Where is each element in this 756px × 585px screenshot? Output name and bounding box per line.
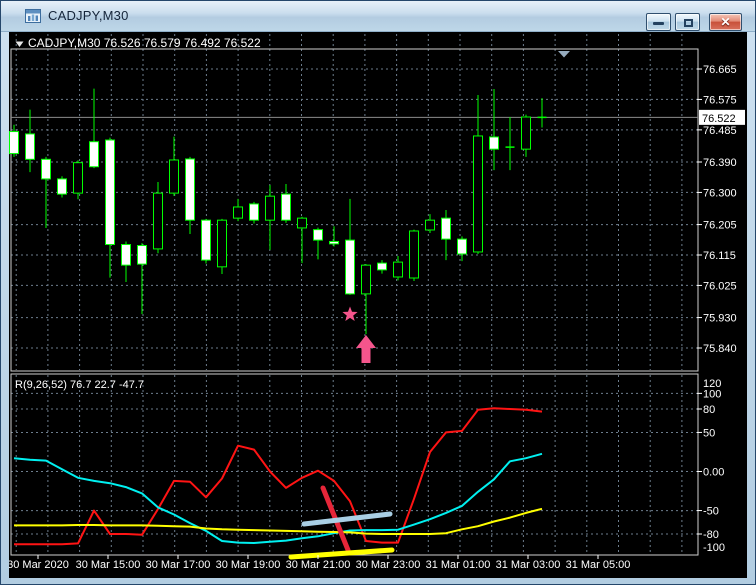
candle-body	[73, 162, 83, 194]
candle-body	[201, 219, 211, 261]
window-title: CADJPY,M30	[48, 8, 129, 23]
candle-body	[457, 238, 467, 255]
chart-window: CADJPY,M30 ✕ 76.665 76.575 76.485 76.390 76.…	[0, 0, 756, 585]
minimize-button[interactable]	[646, 13, 671, 31]
indicator-line-red	[14, 407, 543, 546]
restore-button[interactable]	[675, 13, 700, 31]
time-axis-label: 30 Mar 21:00	[286, 559, 351, 571]
candle-body	[377, 262, 387, 271]
candle-body	[297, 217, 307, 229]
price-axis-label: 76.025	[703, 280, 737, 292]
candle-body	[329, 240, 339, 245]
candle-body	[265, 195, 275, 221]
time-axis-label: 30 Mar 23:00	[356, 559, 421, 571]
yellow-trendline[interactable]	[288, 547, 395, 560]
time-axis-label: 31 Mar 05:00	[566, 559, 631, 571]
current-price-label: 76.522	[702, 113, 736, 125]
candle-body	[9, 131, 19, 155]
candle-body	[137, 245, 147, 265]
candle-body	[169, 159, 179, 194]
price-axis-label: 75.840	[703, 343, 737, 355]
candle-body	[489, 136, 499, 150]
chart-client-area[interactable]: 76.665 76.575 76.485 76.390 76.300 76.205 76.1…	[7, 32, 747, 578]
price-axis-label: 76.575	[703, 94, 737, 106]
chart-shift-marker-icon[interactable]	[558, 51, 570, 58]
candle-body	[361, 264, 371, 295]
candle-body	[217, 219, 227, 268]
chart-window-icon	[25, 9, 41, 25]
candle-body	[105, 139, 115, 246]
indicator-axis-label: 0.00	[703, 467, 724, 479]
candle-body	[233, 206, 243, 219]
candle-body	[281, 193, 291, 221]
time-axis-label: 30 Mar 17:00	[146, 559, 211, 571]
indicator-axis-label: -80	[703, 529, 719, 541]
minimize-icon	[653, 22, 664, 25]
candle-body	[345, 239, 355, 295]
candle-body	[441, 217, 451, 240]
candle-body	[393, 261, 403, 278]
candle-body	[57, 178, 67, 195]
price-axis-label: 76.665	[703, 64, 737, 76]
price-axis-label: 76.115	[703, 250, 736, 262]
ohlc-info-line: CADJPY,M30 76.526 76.579 76.492 76.522	[28, 36, 261, 50]
close-icon: ✕	[720, 15, 731, 29]
time-axis-label: 31 Mar 03:00	[496, 559, 561, 571]
restore-icon	[684, 19, 693, 27]
indicator-axis-label: -50	[703, 506, 719, 518]
candle-body	[185, 158, 195, 221]
candle-body	[25, 133, 35, 160]
chart-canvas[interactable]: 76.665 76.575 76.485 76.390 76.300 76.205 76.1…	[7, 32, 747, 578]
candle-body	[521, 116, 531, 150]
buy-arrow-icon	[356, 335, 376, 363]
candle-body	[473, 135, 483, 253]
price-axis-label: 76.300	[703, 187, 737, 199]
candle-body	[121, 244, 131, 266]
indicator-axis-label: 50	[703, 427, 715, 439]
candle-body	[249, 203, 259, 221]
price-axis-label: 75.930	[703, 313, 737, 325]
indicator-frame	[10, 373, 699, 556]
indicator-axis-label: 100	[703, 388, 721, 400]
candle-body	[409, 230, 419, 279]
symbol-dropdown-icon[interactable]	[15, 41, 24, 48]
candle-body	[89, 141, 99, 168]
close-button[interactable]: ✕	[709, 13, 742, 31]
indicator-axis-label: 80	[703, 404, 715, 416]
indicator-axis-label: -100	[703, 542, 725, 554]
lightblue-trendline[interactable]	[301, 511, 393, 527]
time-axis-label: 31 Mar 01:00	[426, 559, 491, 571]
signal-star-icon	[342, 306, 358, 321]
candle-body	[41, 158, 51, 180]
price-axis-label: 76.390	[703, 157, 737, 169]
price-axis-label: 76.205	[703, 220, 737, 232]
indicator-label: R(9,26,52) 76.7 22.7 -47.7	[15, 379, 144, 391]
price-axis-label: 76.485	[703, 125, 737, 137]
titlebar[interactable]: CADJPY,M30 ✕	[1, 1, 755, 32]
time-axis-label: 30 Mar 15:00	[76, 559, 141, 571]
candle-body	[153, 192, 163, 250]
time-axis-label: 30 Mar 2020	[9, 559, 69, 571]
candle-body	[425, 219, 435, 231]
candle-body	[313, 229, 323, 241]
time-axis-label: 30 Mar 19:00	[216, 559, 281, 571]
